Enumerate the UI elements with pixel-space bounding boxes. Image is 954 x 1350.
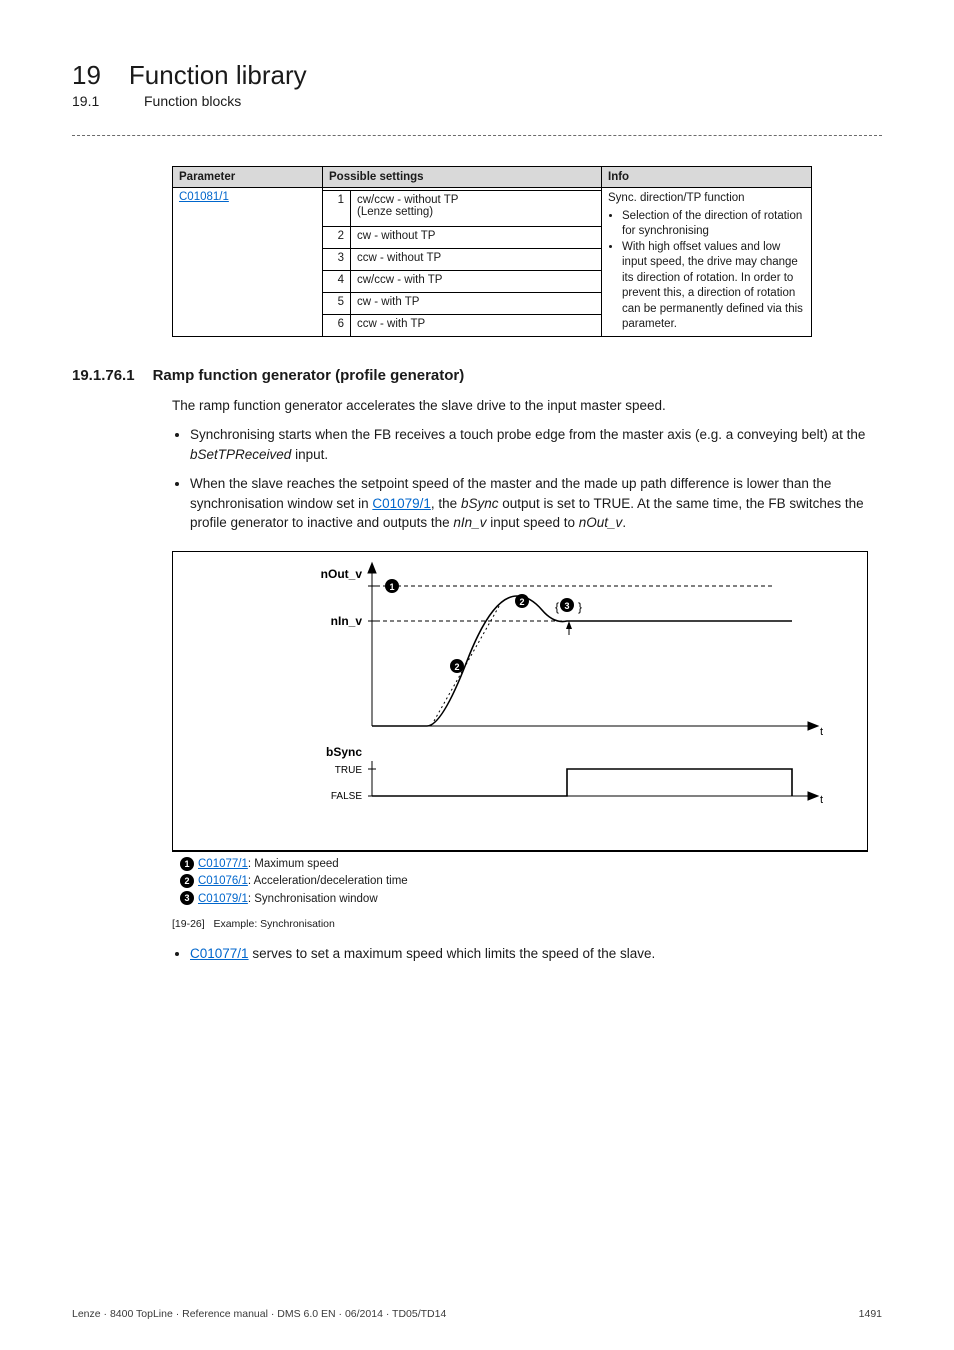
legend-link-3[interactable]: C01079/1 bbox=[198, 893, 248, 905]
setting-text: ccw - with TP bbox=[351, 314, 602, 336]
setting-text: cw - with TP bbox=[351, 292, 602, 314]
subsection-number: 19.1.76.1 bbox=[72, 367, 135, 384]
svg-text:FALSE: FALSE bbox=[331, 791, 362, 802]
svg-text:nOut_v: nOut_v bbox=[321, 567, 363, 581]
setting-num: 4 bbox=[323, 270, 351, 292]
chapter-title: Function library bbox=[129, 60, 307, 91]
svg-text:t: t bbox=[820, 794, 823, 806]
figure-caption-num: [19-26] bbox=[172, 918, 205, 930]
svg-text:2: 2 bbox=[519, 597, 524, 607]
th-settings: Possible settings bbox=[323, 167, 602, 188]
svg-text:t: t bbox=[820, 726, 823, 738]
legend-marker-3: 3 bbox=[180, 891, 194, 905]
parameter-table: Parameter Possible settings Info C01081/… bbox=[172, 166, 812, 337]
info-bullet-1: Selection of the direction of rotation f… bbox=[622, 209, 805, 240]
bullet-2: When the slave reaches the setpoint spee… bbox=[190, 474, 882, 533]
setting-num: 1 bbox=[323, 191, 351, 227]
setting-text: cw - without TP bbox=[351, 226, 602, 248]
setting-num: 6 bbox=[323, 314, 351, 336]
setting-num: 5 bbox=[323, 292, 351, 314]
legend-link-2[interactable]: C01076/1 bbox=[198, 875, 248, 887]
svg-text:TRUE: TRUE bbox=[335, 765, 363, 776]
info-bullet-2: With high offset values and low input sp… bbox=[622, 240, 805, 333]
bullet-1: Synchronising starts when the FB receive… bbox=[190, 425, 882, 464]
figure-caption-text: Example: Synchronisation bbox=[213, 918, 334, 930]
param-link[interactable]: C01081/1 bbox=[179, 191, 229, 203]
th-info: Info bbox=[602, 167, 812, 188]
legend-marker-2: 2 bbox=[180, 874, 194, 888]
footer-page-number: 1491 bbox=[859, 1308, 882, 1320]
info-title: Sync. direction/TP function bbox=[608, 192, 745, 204]
svg-text:3: 3 bbox=[564, 601, 569, 611]
setting-num: 3 bbox=[323, 248, 351, 270]
setting-text: cw/ccw - without TP (Lenze setting) bbox=[351, 191, 602, 227]
section-number: 19.1 bbox=[72, 93, 116, 109]
th-parameter: Parameter bbox=[173, 167, 323, 188]
divider bbox=[72, 135, 882, 136]
intro-paragraph: The ramp function generator accelerates … bbox=[172, 396, 882, 416]
chapter-number: 19 bbox=[72, 60, 101, 91]
svg-text:nIn_v: nIn_v bbox=[331, 614, 363, 628]
legend-link-1[interactable]: C01077/1 bbox=[198, 858, 248, 870]
bottom-bullet: C01077/1 serves to set a maximum speed w… bbox=[190, 946, 882, 961]
svg-text:1: 1 bbox=[389, 582, 394, 592]
setting-text: cw/ccw - with TP bbox=[351, 270, 602, 292]
svg-text:bSync: bSync bbox=[326, 745, 362, 759]
svg-text:2: 2 bbox=[454, 662, 459, 672]
section-title: Function blocks bbox=[144, 93, 241, 109]
setting-text: ccw - without TP bbox=[351, 248, 602, 270]
legend-text-1: : Maximum speed bbox=[248, 858, 339, 870]
subsection-title: Ramp function generator (profile generat… bbox=[153, 367, 465, 384]
svg-text:}: } bbox=[578, 600, 582, 614]
legend-text-2: : Acceleration/deceleration time bbox=[248, 875, 408, 887]
legend-marker-1: 1 bbox=[180, 857, 194, 871]
maxspeed-link[interactable]: C01077/1 bbox=[190, 946, 249, 961]
footer-left: Lenze · 8400 TopLine · Reference manual … bbox=[72, 1308, 446, 1320]
legend-text-3: : Synchronisation window bbox=[248, 893, 378, 905]
setting-num: 2 bbox=[323, 226, 351, 248]
figure: { } 1 2 3 2 nOut_v nIn_v t bSync bbox=[172, 551, 868, 912]
svg-text:{: { bbox=[555, 600, 559, 614]
sync-window-link[interactable]: C01079/1 bbox=[372, 496, 431, 511]
